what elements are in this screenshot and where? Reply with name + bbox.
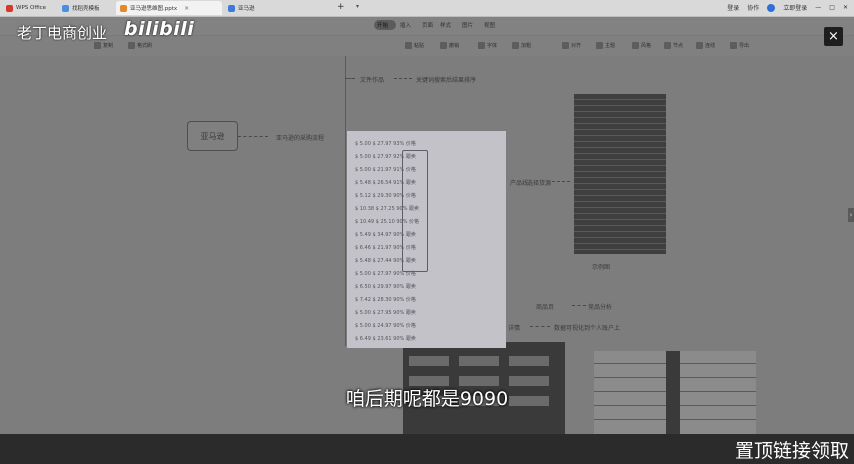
menu-tab-start[interactable]: 开始	[377, 21, 388, 31]
ribbon-label: 风格	[641, 42, 652, 49]
align-icon	[562, 41, 569, 49]
ribbon-bold[interactable]: 加粗	[512, 41, 531, 49]
branch-details[interactable]: 详情	[508, 323, 520, 332]
browser-tab-bar: WPS Office 找稻壳模板 亚马逊思维图.pptx × 亚马逊 + ▾ 登…	[0, 0, 854, 17]
ribbon-label: 格式刷	[137, 42, 153, 49]
popup-row: $ 6.49 $ 23.61 90% 跟卖	[355, 336, 416, 342]
connector-line	[530, 326, 550, 327]
ribbon-connector[interactable]: 连线	[696, 41, 715, 49]
ribbon-export[interactable]: 导出	[730, 41, 749, 49]
branch-sourcing[interactable]: 选择货源	[527, 178, 551, 187]
popup-row: $ 5.00 $ 27.97 93% 价格	[355, 141, 416, 147]
video-subtitle: 咱后期呢都是9090	[345, 388, 509, 410]
ribbon-style[interactable]: 风格	[632, 41, 651, 49]
window-controls: 登录 协作 立即登录 — □ ✕	[727, 3, 848, 12]
tab-label: 亚马逊	[238, 6, 255, 12]
ribbon-label: 连线	[705, 42, 716, 49]
ribbon-label: 导出	[739, 42, 750, 49]
export-icon	[730, 41, 737, 49]
ribbon-theme[interactable]: 主题	[596, 41, 615, 49]
menu-tab-view[interactable]: 视图	[484, 21, 495, 31]
menu-tab-insert[interactable]: 插入	[400, 21, 411, 31]
ribbon-label: 节点	[673, 42, 684, 49]
minimize-icon[interactable]: —	[815, 4, 821, 11]
connector-icon	[696, 41, 703, 49]
font-icon	[478, 41, 485, 49]
menu-tab-page[interactable]: 页面	[422, 21, 433, 31]
ribbon-align[interactable]: 对齐	[562, 41, 581, 49]
branch-competitor[interactable]: 竞品分析	[588, 302, 612, 311]
wps-icon	[6, 4, 13, 12]
item-1[interactable]: 登录	[727, 3, 739, 12]
doc-icon	[228, 4, 235, 12]
ribbon-label: 撤销	[449, 42, 460, 49]
chevron-right-icon[interactable]: ›	[848, 208, 854, 222]
ribbon-label: 对齐	[571, 42, 582, 49]
branch-procurement[interactable]: 亚马逊的采购流程	[276, 133, 324, 142]
login-button[interactable]: 立即登录	[783, 3, 807, 12]
tab-template[interactable]: 找稻壳模板	[58, 1, 114, 15]
ribbon-label: 粘贴	[414, 42, 425, 49]
screenshot-image[interactable]	[574, 94, 666, 254]
tab-label: 亚马逊思维图.pptx	[130, 6, 178, 12]
close-tab-icon[interactable]: ×	[184, 5, 189, 12]
popup-row: $ 5.00 $ 27.95 90% 跟卖	[355, 310, 416, 316]
item-2[interactable]: 协作	[747, 3, 759, 12]
connector-line	[552, 181, 570, 182]
connector-line	[572, 305, 586, 306]
tab-label: 找稻壳模板	[72, 6, 100, 12]
pptx-icon	[120, 4, 127, 12]
paste-icon	[405, 41, 412, 49]
ribbon-label: 主题	[605, 42, 616, 49]
ribbon-label: 加粗	[521, 42, 532, 49]
branch-data-visual[interactable]: 数据可视化到个人账户上	[554, 323, 620, 332]
bottom-banner-bar	[0, 434, 854, 464]
avatar[interactable]	[767, 3, 776, 12]
connector-line	[238, 136, 268, 137]
popup-row: $ 6.50 $ 29.97 90% 跟卖	[355, 284, 416, 290]
menu-tab-style[interactable]: 样式	[440, 21, 451, 31]
channel-watermark: 老丁电商创业	[17, 24, 108, 42]
ribbon-format-painter[interactable]: 格式刷	[128, 41, 152, 49]
connector-line	[394, 78, 412, 79]
image-caption: 示例图	[592, 264, 611, 271]
branch-keyword-ranking[interactable]: 关键词搜索后结果排序	[416, 75, 476, 84]
root-node[interactable]: 亚马逊	[187, 121, 238, 151]
branch-product-line[interactable]: 产品线	[510, 178, 528, 187]
palette-icon	[632, 41, 639, 49]
ribbon-label: 字体	[487, 42, 498, 49]
tab-mindmap-file[interactable]: 亚马逊思维图.pptx ×	[116, 1, 222, 15]
node-icon	[664, 41, 671, 49]
tab-dropdown-icon[interactable]: ▾	[356, 3, 359, 10]
tab-wps-office[interactable]: WPS Office	[2, 1, 56, 15]
new-tab-button[interactable]: +	[337, 2, 345, 12]
platform-logo: bilibili	[124, 18, 195, 40]
tab-amazon[interactable]: 亚马逊	[224, 1, 284, 15]
tab-label: WPS Office	[16, 5, 47, 11]
branch-product-page[interactable]: 商品页	[536, 302, 554, 311]
bottom-banner-text: 置顶链接领取	[734, 440, 849, 462]
template-icon	[62, 4, 69, 12]
undo-icon	[440, 41, 447, 49]
ribbon-paste[interactable]: 粘贴	[405, 41, 424, 49]
highlight-box	[402, 150, 428, 272]
branch-files[interactable]: 文件作品	[360, 75, 384, 84]
vertical-connector	[345, 56, 346, 346]
ribbon-font[interactable]: 字体	[478, 41, 497, 49]
ribbon-undo[interactable]: 撤销	[440, 41, 459, 49]
popup-row: $ 7.42 $ 28.30 90% 价格	[355, 297, 416, 303]
popup-row: $ 5.00 $ 24.97 90% 价格	[355, 323, 416, 329]
maximize-icon[interactable]: □	[829, 4, 835, 11]
close-icon[interactable]: ×	[824, 27, 843, 46]
connector-line	[345, 78, 355, 79]
menu-tab-image[interactable]: 图片	[462, 21, 473, 31]
bold-icon	[512, 41, 519, 49]
ribbon-node[interactable]: 节点	[664, 41, 683, 49]
theme-icon	[596, 41, 603, 49]
close-window-icon[interactable]: ✕	[843, 4, 848, 11]
brush-icon	[128, 41, 135, 49]
